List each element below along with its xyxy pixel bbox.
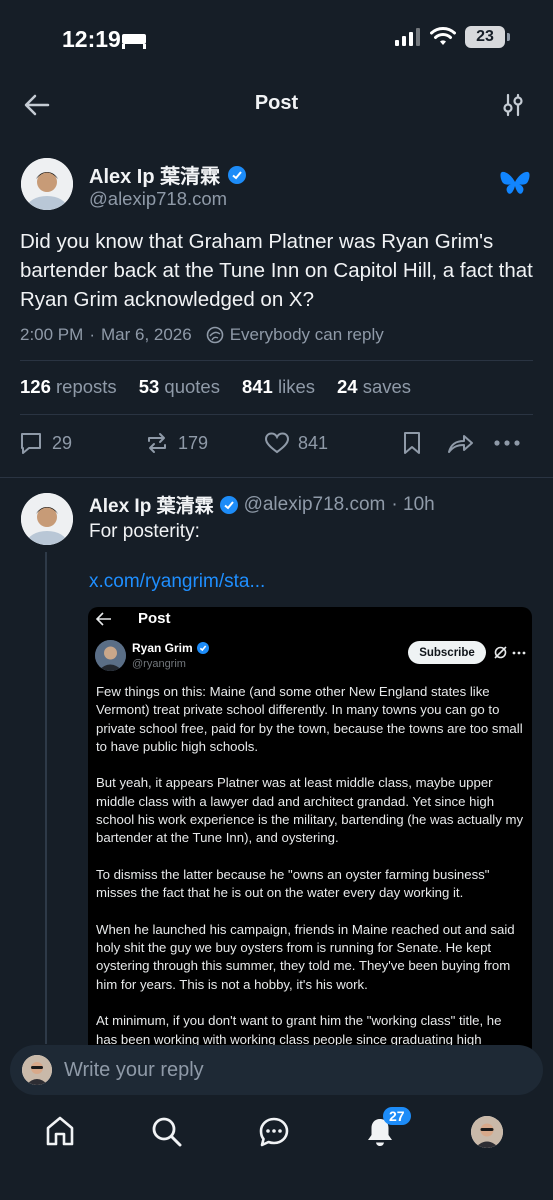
likes-stat[interactable]: 841 likes — [242, 376, 315, 398]
quotes-count: 53 — [138, 376, 160, 397]
likes-label: likes — [277, 376, 315, 397]
reply-age: · 10h — [391, 493, 435, 515]
embed-author-name-row: Ryan Grim — [132, 641, 209, 655]
reply-button[interactable]: 29 — [18, 430, 144, 456]
embed-post-body: Few things on this: Maine (and some othe… — [96, 683, 524, 1057]
wifi-icon — [430, 27, 456, 45]
embed-more-icon — [512, 651, 526, 655]
divider — [0, 477, 553, 478]
embedded-screenshot[interactable]: Post Ryan Grim @ryangrim Subscribe Few t… — [88, 607, 532, 1057]
reply-link[interactable]: x.com/ryangrim/sta... — [89, 571, 265, 593]
repost-icon — [148, 433, 166, 453]
bed-icon — [122, 34, 146, 49]
heart-icon — [264, 432, 290, 454]
embed-author-name: Ryan Grim — [132, 641, 193, 655]
embed-verified-icon — [196, 642, 209, 654]
divider — [20, 360, 533, 361]
repost-count: 179 — [178, 432, 209, 453]
reply-setting[interactable]: Everybody can reply — [230, 325, 384, 345]
embed-grok-icon — [494, 646, 507, 659]
embed-back-arrow-icon — [96, 612, 111, 626]
like-button[interactable]: 841 — [264, 430, 400, 456]
reply-author-name[interactable]: Alex Ip 葉清霖 — [89, 491, 214, 518]
reposts-label: reposts — [56, 376, 117, 397]
reply-text: For posterity: — [89, 521, 200, 542]
chat-bubble-icon[interactable] — [258, 1116, 290, 1148]
post-date: Mar 6, 2026 — [100, 325, 192, 344]
my-avatar — [22, 1055, 52, 1085]
reply-permission-icon — [206, 326, 224, 344]
reply-header: Alex Ip 葉清霖 @alexip718.com · 10h — [89, 491, 435, 518]
reposts-stat[interactable]: 126 reposts — [20, 376, 117, 398]
embed-paragraph: Few things on this: Maine (and some othe… — [96, 684, 523, 754]
post-time: 2:00 PM — [20, 325, 84, 344]
thread-settings-icon[interactable] — [502, 93, 524, 117]
embed-handle: @ryangrim — [132, 658, 186, 670]
reply-input-placeholder[interactable]: Write your reply — [64, 1059, 204, 1082]
notifications-badge: 27 — [383, 1107, 411, 1125]
divider — [20, 414, 533, 415]
embed-paragraph: At minimum, if you don't want to grant h… — [96, 1013, 502, 1047]
search-icon[interactable] — [151, 1116, 183, 1148]
post-stats: 126 reposts 53 quotes 841 likes 24 saves — [20, 376, 411, 398]
battery-indicator: 23 — [465, 26, 510, 48]
author-name[interactable]: Alex Ip 葉清霖 — [89, 160, 247, 189]
bookmark-button[interactable] — [400, 430, 446, 456]
embed-author-avatar — [95, 640, 126, 671]
author-avatar[interactable] — [21, 158, 73, 210]
page-title: Post — [254, 92, 299, 114]
saves-count: 24 — [336, 376, 358, 397]
meta-separator: · — [89, 325, 95, 344]
author-handle[interactable]: @alexip718.com — [89, 188, 227, 210]
bookmark-icon — [404, 432, 420, 454]
verified-badge-icon — [219, 495, 238, 514]
reposts-count: 126 — [20, 376, 51, 397]
embed-paragraph: When he launched his campaign, friends i… — [96, 921, 515, 992]
cellular-signal-icon — [395, 28, 420, 46]
saves-label: saves — [362, 376, 412, 397]
bottom-tab-bar: 27 — [0, 1095, 553, 1200]
share-button[interactable] — [446, 430, 494, 456]
post-text: Did you know that Graham Platner was Rya… — [20, 230, 533, 311]
more-dots-icon — [494, 440, 520, 446]
profile-tab-avatar[interactable] — [471, 1116, 503, 1148]
post-meta: 2:00 PM · Mar 6, 2026 Everybody can repl… — [20, 325, 384, 345]
likes-count: 841 — [241, 376, 273, 397]
embed-subscribe-button: Subscribe — [408, 641, 486, 664]
home-icon[interactable] — [45, 1115, 75, 1147]
verified-badge-icon — [228, 165, 247, 184]
embed-header-title: Post — [138, 610, 171, 627]
like-count: 841 — [298, 432, 329, 453]
repost-button[interactable]: 179 — [144, 430, 264, 456]
reply-author-avatar[interactable] — [21, 493, 73, 545]
author-name-text[interactable]: Alex Ip 葉清霖 — [89, 160, 220, 189]
thread-line — [45, 552, 47, 1044]
more-options-button[interactable] — [494, 439, 524, 447]
reply-count: 29 — [52, 432, 73, 453]
embed-paragraph: But yeah, it appears Platner was at leas… — [96, 775, 524, 846]
quotes-stat[interactable]: 53 quotes — [139, 376, 220, 398]
share-arrow-icon — [448, 435, 473, 453]
reply-bubble-icon — [21, 433, 41, 454]
reply-handle[interactable]: @alexip718.com — [244, 494, 386, 516]
quotes-label: quotes — [164, 376, 220, 397]
embed-paragraph: To dismiss the latter because he "owns a… — [96, 866, 490, 901]
status-indicators: 23 — [395, 26, 510, 48]
reply-composer[interactable]: Write your reply — [10, 1045, 543, 1095]
saves-stat[interactable]: 24 saves — [337, 376, 411, 398]
status-time: 12:19 — [62, 26, 121, 52]
post-actions: 29 179 841 — [18, 430, 528, 456]
bluesky-butterfly-icon — [500, 171, 530, 194]
